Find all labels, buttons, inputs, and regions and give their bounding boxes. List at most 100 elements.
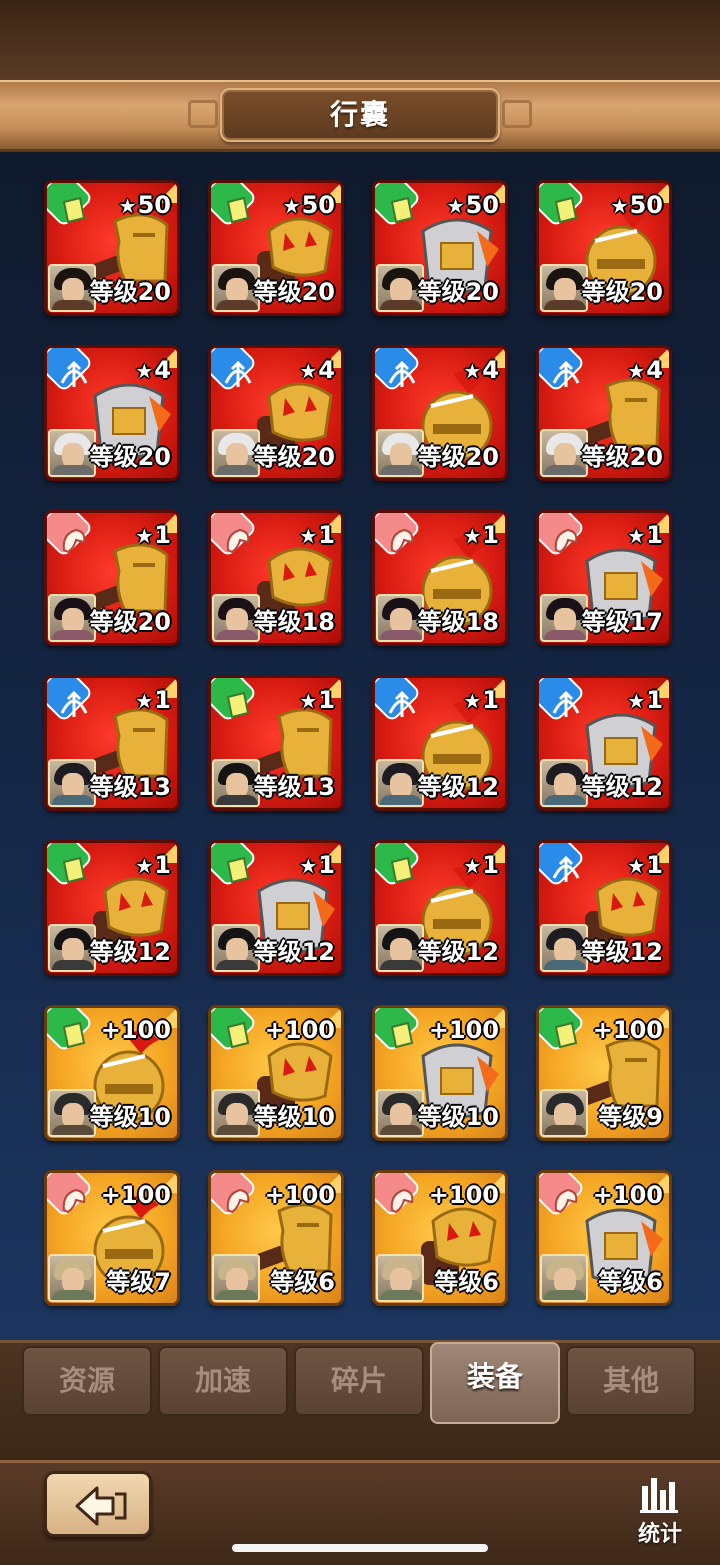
star-icon: ★ <box>299 359 318 383</box>
equip-type-pink-icon <box>375 1173 427 1225</box>
top-decor-band <box>0 0 720 80</box>
equip-type-green-icon <box>211 183 263 235</box>
star-icon: ★ <box>299 854 318 878</box>
star-icon: ★ <box>463 359 482 383</box>
equipment-item[interactable]: ★4 等级20 <box>44 345 180 481</box>
equipment-item[interactable]: ★4 等级20 <box>536 345 672 481</box>
equipment-item[interactable]: +100 等级10 <box>44 1005 180 1141</box>
equip-type-blue-icon <box>539 843 591 895</box>
back-button[interactable] <box>44 1471 152 1537</box>
equipment-item[interactable]: ★1 等级12 <box>372 840 508 976</box>
equipment-item[interactable]: ★50 等级20 <box>208 180 344 316</box>
star-icon: ★ <box>627 854 646 878</box>
equipment-item[interactable]: ★1 等级12 <box>208 840 344 976</box>
equip-type-blue-icon <box>539 678 591 730</box>
equipment-item[interactable]: +100 等级7 <box>44 1170 180 1306</box>
equipment-item[interactable]: ★1 等级13 <box>208 675 344 811</box>
tab-3[interactable]: 装备 <box>430 1342 560 1424</box>
equipment-item[interactable]: ★50 等级20 <box>536 180 672 316</box>
equip-type-blue-icon <box>47 348 99 400</box>
equip-type-pink-icon <box>47 1173 99 1225</box>
item-level: 等级13 <box>253 773 335 801</box>
equipment-item[interactable]: +100 等级10 <box>372 1005 508 1141</box>
equip-type-pink-icon <box>539 1173 591 1225</box>
equip-type-green-icon <box>375 1008 427 1060</box>
item-level: 等级7 <box>106 1268 171 1296</box>
equipment-item[interactable]: ★1 等级12 <box>372 675 508 811</box>
equipment-item[interactable]: ★1 等级17 <box>536 510 672 646</box>
star-icon: ★ <box>299 689 318 713</box>
item-count: ★1 <box>135 686 171 714</box>
star-icon: ★ <box>463 689 482 713</box>
inventory-grid[interactable]: ★50 等级20 ★50 等级20 ★50 等级20 ★50 等级20 ★4 等级20 ★… <box>0 155 720 1340</box>
equipment-item[interactable]: +100 等级6 <box>372 1170 508 1306</box>
star-icon: ★ <box>463 854 482 878</box>
item-level: 等级20 <box>89 443 171 471</box>
equipment-item[interactable]: ★4 等级20 <box>372 345 508 481</box>
equip-type-green-icon <box>539 183 591 235</box>
item-level: 等级18 <box>253 608 335 636</box>
item-level: 等级10 <box>89 1103 171 1131</box>
star-icon: ★ <box>135 524 154 548</box>
item-level: 等级12 <box>253 938 335 966</box>
item-count: ★1 <box>627 686 663 714</box>
stats-button[interactable]: 统计 <box>628 1470 692 1550</box>
star-icon: ★ <box>282 194 301 218</box>
hero-portrait <box>48 1254 96 1302</box>
star-icon: ★ <box>446 194 465 218</box>
equipment-item[interactable]: ★1 等级13 <box>44 675 180 811</box>
item-count: +100 <box>428 1181 499 1209</box>
item-level: 等级6 <box>270 1268 335 1296</box>
item-level: 等级12 <box>417 938 499 966</box>
tab-1[interactable]: 加速 <box>158 1346 288 1416</box>
item-count: +100 <box>264 1016 335 1044</box>
equip-type-green-icon <box>375 843 427 895</box>
item-level: 等级20 <box>89 278 171 306</box>
equipment-item[interactable]: ★50 等级20 <box>372 180 508 316</box>
tab-4[interactable]: 其他 <box>566 1346 696 1416</box>
item-count: ★1 <box>299 686 335 714</box>
star-icon: ★ <box>135 359 154 383</box>
title-ornament-right <box>502 100 532 128</box>
item-level: 等级20 <box>417 443 499 471</box>
star-icon: ★ <box>610 194 629 218</box>
equip-type-blue-icon <box>211 348 263 400</box>
item-count: ★1 <box>627 851 663 879</box>
item-level: 等级12 <box>417 773 499 801</box>
equipment-item[interactable]: ★1 等级18 <box>208 510 344 646</box>
equipment-item[interactable]: ★50 等级20 <box>44 180 180 316</box>
equipment-item[interactable]: ★1 等级18 <box>372 510 508 646</box>
equipment-item[interactable]: +100 等级10 <box>208 1005 344 1141</box>
home-indicator[interactable] <box>232 1544 488 1552</box>
star-icon: ★ <box>463 524 482 548</box>
equip-type-green-icon <box>539 1008 591 1060</box>
hero-portrait <box>540 1089 588 1137</box>
tab-2[interactable]: 碎片 <box>294 1346 424 1416</box>
item-level: 等级12 <box>581 773 663 801</box>
equip-type-green-icon <box>47 183 99 235</box>
item-level: 等级12 <box>581 938 663 966</box>
bar-chart-icon <box>640 1478 678 1513</box>
item-level: 等级20 <box>581 278 663 306</box>
item-level: 等级12 <box>89 938 171 966</box>
star-icon: ★ <box>627 359 646 383</box>
equip-type-green-icon <box>47 843 99 895</box>
equipment-item[interactable]: +100 等级6 <box>536 1170 672 1306</box>
item-count: ★1 <box>299 521 335 549</box>
item-level: 等级13 <box>89 773 171 801</box>
equipment-item[interactable]: ★1 等级12 <box>536 675 672 811</box>
equipment-item[interactable]: ★1 等级12 <box>536 840 672 976</box>
equipment-item[interactable]: +100 等级9 <box>536 1005 672 1141</box>
item-count: +100 <box>264 1181 335 1209</box>
equip-type-green-icon <box>211 678 263 730</box>
equipment-item[interactable]: +100 等级6 <box>208 1170 344 1306</box>
equipment-item[interactable]: ★4 等级20 <box>208 345 344 481</box>
item-count: +100 <box>592 1016 663 1044</box>
equipment-item[interactable]: ★1 等级20 <box>44 510 180 646</box>
tab-0[interactable]: 资源 <box>22 1346 152 1416</box>
equip-type-green-icon <box>211 843 263 895</box>
equipment-item[interactable]: ★1 等级12 <box>44 840 180 976</box>
hero-portrait <box>376 1254 424 1302</box>
item-level: 等级20 <box>89 608 171 636</box>
star-icon: ★ <box>135 854 154 878</box>
